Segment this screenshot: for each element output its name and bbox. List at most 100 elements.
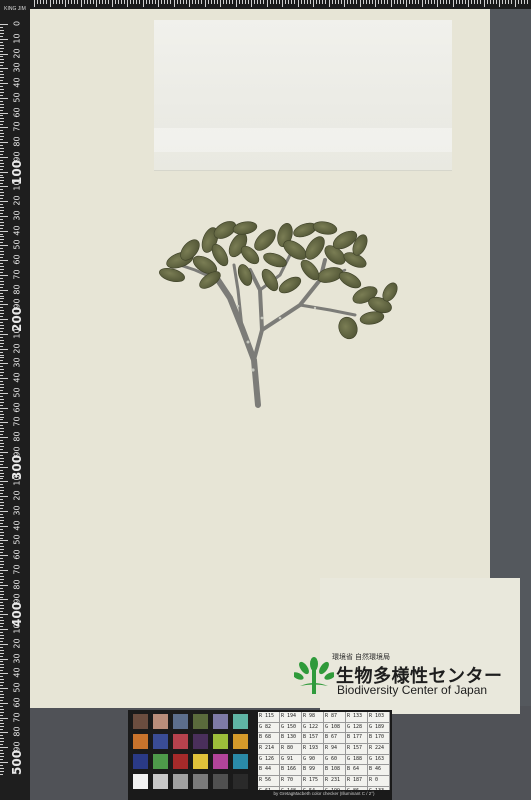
ruler-tick bbox=[0, 510, 8, 512]
ruler-minor-tick bbox=[0, 457, 4, 459]
ruler-minor-tick bbox=[0, 133, 4, 135]
top-ruler-tick bbox=[387, 0, 389, 4]
ruler-minor-tick bbox=[0, 277, 3, 279]
color-swatch bbox=[193, 754, 208, 769]
ruler-minor-tick bbox=[0, 342, 4, 344]
top-ruler-tick bbox=[443, 0, 445, 4]
ruler-minor-tick bbox=[0, 472, 4, 474]
ruler-minor-tick bbox=[0, 755, 4, 757]
top-ruler-tick bbox=[83, 0, 85, 4]
ruler-label: 10 bbox=[12, 180, 22, 191]
color-swatch bbox=[153, 774, 168, 789]
top-ruler-tick bbox=[291, 0, 293, 4]
color-swatch bbox=[233, 754, 248, 769]
ruler-minor-tick bbox=[0, 513, 3, 515]
ruler-minor-tick bbox=[0, 404, 3, 406]
ruler-minor-tick bbox=[0, 307, 3, 309]
ruler-minor-tick bbox=[0, 159, 3, 161]
ruler-minor-tick bbox=[0, 283, 4, 285]
ruler-minor-tick bbox=[0, 440, 3, 442]
color-table-cell: G 61 bbox=[258, 786, 280, 790]
top-ruler-tick bbox=[384, 0, 386, 4]
ruler-minor-tick bbox=[0, 696, 4, 698]
top-ruler-tick bbox=[402, 0, 404, 4]
ruler-minor-tick bbox=[0, 345, 3, 347]
plant-specimen bbox=[159, 221, 398, 408]
ruler-minor-tick bbox=[0, 419, 3, 421]
color-swatch bbox=[173, 714, 188, 729]
ruler-tick bbox=[0, 378, 8, 380]
top-ruler-tick bbox=[486, 0, 488, 4]
color-table-cell: R 224 bbox=[368, 744, 390, 754]
ruler-tick bbox=[0, 274, 8, 276]
ruler-minor-tick bbox=[0, 484, 3, 486]
top-ruler-tick bbox=[514, 0, 516, 7]
color-table-cell: R 175 bbox=[302, 776, 324, 786]
top-ruler-tick bbox=[461, 0, 463, 4]
top-ruler-tick bbox=[170, 0, 172, 4]
top-ruler-tick bbox=[511, 0, 513, 4]
color-table-row: R 56 R 70 R 175 R 231 R 187 R 0 bbox=[258, 776, 390, 787]
ruler-tick bbox=[0, 496, 8, 498]
ruler-minor-tick bbox=[0, 286, 3, 288]
ruler-minor-tick bbox=[0, 561, 4, 563]
color-table-cell: R 187 bbox=[346, 776, 368, 786]
ruler-tick bbox=[0, 584, 8, 586]
top-ruler-tick bbox=[117, 0, 119, 4]
ruler-minor-tick bbox=[0, 74, 4, 76]
ruler-minor-tick bbox=[0, 263, 3, 265]
ruler-tick bbox=[0, 112, 8, 114]
ruler-minor-tick bbox=[0, 454, 3, 456]
top-ruler-tick bbox=[213, 0, 215, 4]
ruler-tick bbox=[0, 688, 8, 690]
top-ruler-tick bbox=[71, 0, 73, 4]
top-ruler-tick bbox=[189, 0, 190, 7]
ruler-minor-tick bbox=[0, 339, 4, 341]
top-ruler-tick bbox=[424, 0, 426, 4]
ruler-tick bbox=[0, 481, 8, 483]
color-table-cell: B 67 bbox=[324, 733, 346, 744]
color-table-cell: B 157 bbox=[302, 733, 324, 744]
top-ruler-tick bbox=[235, 0, 237, 7]
ruler-minor-tick bbox=[0, 121, 4, 123]
ruler-tick bbox=[0, 614, 8, 616]
ruler-minor-tick bbox=[0, 251, 4, 253]
ruler-minor-tick bbox=[0, 690, 3, 692]
color-table-row: R 115 R 194 R 98 R 87 R 133 R 103 bbox=[258, 712, 390, 723]
top-ruler-tick bbox=[362, 0, 364, 4]
top-ruler-tick bbox=[375, 0, 376, 7]
ruler-minor-tick bbox=[0, 602, 3, 604]
ruler-minor-tick bbox=[0, 35, 3, 37]
ruler-minor-tick bbox=[0, 375, 3, 377]
top-ruler-tick bbox=[102, 0, 104, 4]
ruler-minor-tick bbox=[0, 65, 3, 67]
ruler-tick bbox=[0, 304, 8, 306]
top-ruler-tick bbox=[133, 0, 135, 4]
top-ruler-tick bbox=[430, 0, 432, 4]
top-ruler-tick bbox=[176, 0, 178, 4]
ruler-minor-tick bbox=[0, 446, 4, 448]
color-table-cell: G 150 bbox=[280, 722, 302, 733]
ruler-minor-tick bbox=[0, 139, 3, 141]
top-ruler-tick bbox=[257, 0, 259, 4]
top-ruler-tick bbox=[182, 0, 184, 4]
ruler-minor-tick bbox=[0, 646, 3, 648]
top-ruler-tick bbox=[139, 0, 141, 4]
ruler-minor-tick bbox=[0, 177, 4, 179]
color-table-cell: G 108 bbox=[324, 722, 346, 733]
ruler-label: 70 bbox=[12, 416, 22, 427]
top-ruler-tick bbox=[427, 0, 429, 4]
ruler-tick bbox=[0, 319, 8, 321]
ruler-minor-tick bbox=[0, 236, 4, 238]
color-swatch bbox=[133, 754, 148, 769]
ruler-minor-tick bbox=[0, 310, 4, 312]
ruler-minor-tick bbox=[0, 130, 3, 132]
top-ruler-tick bbox=[251, 0, 252, 7]
top-ruler-tick bbox=[508, 0, 510, 4]
top-ruler-tick bbox=[393, 0, 395, 4]
ruler-minor-tick bbox=[0, 109, 3, 111]
ruler-minor-tick bbox=[0, 381, 3, 383]
ruler-minor-tick bbox=[0, 578, 4, 580]
leaf-cluster bbox=[159, 221, 398, 340]
top-ruler-tick bbox=[195, 0, 197, 4]
